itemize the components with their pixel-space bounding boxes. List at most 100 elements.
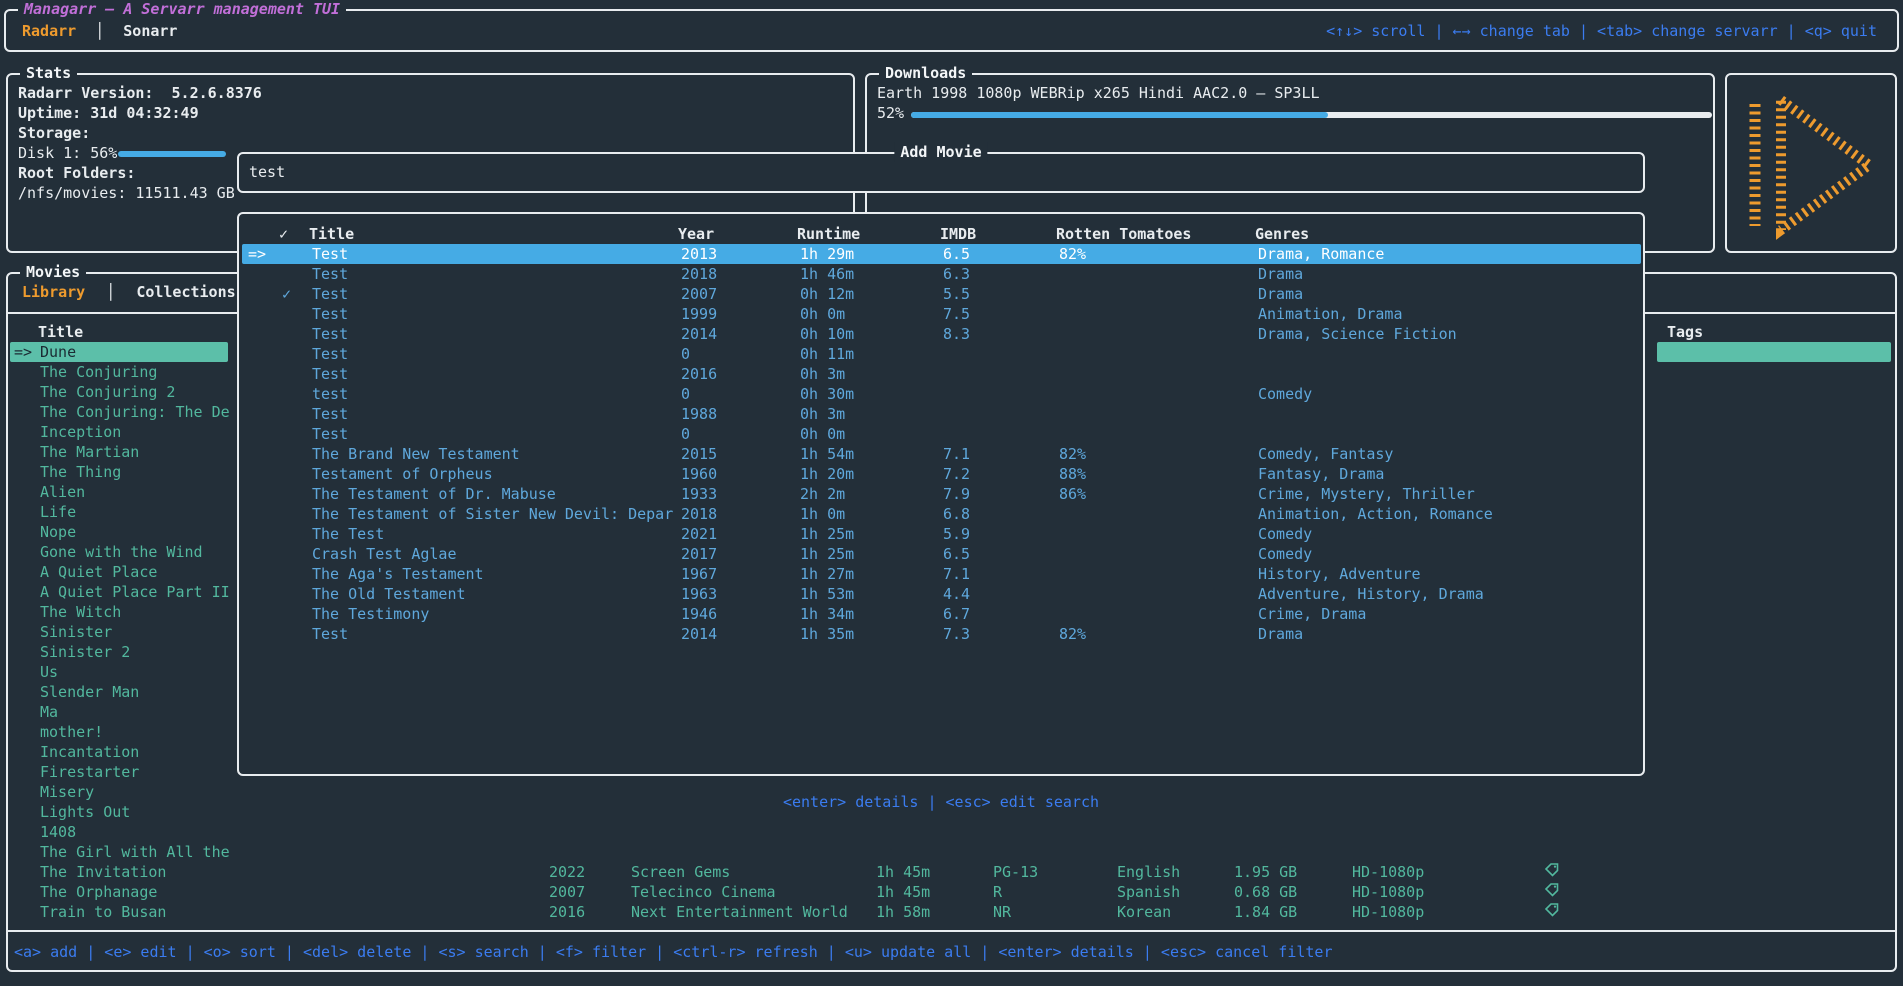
movie-title: Dune <box>40 342 76 362</box>
movie-table-row[interactable]: 2022Screen Gems1h 45mPG-13English1.95 GB… <box>8 862 1895 882</box>
stat-radarr-version: Radarr Version: 5.2.6.8376 <box>18 83 262 103</box>
cell-genres: Animation, Drama <box>1258 304 1403 324</box>
stat-storage-label: Storage: <box>18 123 90 143</box>
result-row[interactable]: Test00h 0m <box>242 424 1641 444</box>
cell-imdb: 7.2 <box>943 464 970 484</box>
top-bar: Managarr – A Servarr management TUI Rada… <box>4 9 1899 52</box>
cell-imdb: 6.8 <box>943 504 970 524</box>
library-row[interactable]: Firestarter <box>10 762 228 782</box>
result-row[interactable]: Test00h 11m <box>242 344 1641 364</box>
library-row[interactable]: Gone with the Wind <box>10 542 228 562</box>
library-row[interactable]: Us <box>10 662 228 682</box>
cell-year: 2016 <box>681 364 717 384</box>
movies-keybindings: <a> add | <e> edit | <o> sort | <del> de… <box>14 942 1333 962</box>
tab-collections[interactable]: Collections <box>136 283 235 301</box>
cell-year: 2007 <box>681 284 717 304</box>
library-row[interactable]: Lights Out <box>10 802 228 822</box>
library-row[interactable]: A Quiet Place <box>10 562 228 582</box>
search-results-table: ✓ Title Year Runtime IMDB Rotten Tomatoe… <box>237 212 1645 776</box>
library-row[interactable]: Alien <box>10 482 228 502</box>
cell-imdb: 6.3 <box>943 264 970 284</box>
result-row[interactable]: The Testament of Sister New Devil: Depar… <box>242 504 1641 524</box>
library-row[interactable]: A Quiet Place Part II <box>10 582 228 602</box>
cell-title: Test <box>312 244 348 264</box>
cell-year: 2007 <box>549 882 585 902</box>
library-row[interactable]: 1408 <box>10 822 228 842</box>
library-row[interactable]: Sinister <box>10 622 228 642</box>
result-row[interactable]: =>Test20131h 29m6.582%Drama, Romance <box>242 244 1641 264</box>
result-row[interactable]: The Brand New Testament20151h 54m7.182%C… <box>242 444 1641 464</box>
add-movie-search-box[interactable]: Add Movie test <box>237 152 1645 193</box>
library-row[interactable]: Incantation <box>10 742 228 762</box>
result-row[interactable]: Crash Test Aglae20171h 25m6.5Comedy <box>242 544 1641 564</box>
cell-title: Test <box>312 404 348 424</box>
tab-sonarr[interactable]: Sonarr <box>123 22 177 40</box>
cell-title: The Aga's Testament <box>312 564 484 584</box>
movie-title: Misery <box>40 782 94 802</box>
cell-title: Test <box>312 284 348 304</box>
stat-uptime: Uptime: 31d 04:32:49 <box>18 103 199 123</box>
movie-title: Us <box>40 662 58 682</box>
cell-title: Test <box>312 304 348 324</box>
cell-runtime: 2h 2m <box>800 484 845 504</box>
cell-imdb: 8.3 <box>943 324 970 344</box>
library-row[interactable]: Ma <box>10 702 228 722</box>
library-row[interactable]: Inception <box>10 422 228 442</box>
library-row[interactable]: Life <box>10 502 228 522</box>
tab-radarr[interactable]: Radarr <box>22 22 76 40</box>
cell-year: 1963 <box>681 584 717 604</box>
library-row[interactable]: Slender Man <box>10 682 228 702</box>
movie-table-row[interactable]: 2016Next Entertainment World1h 58mNRKore… <box>8 902 1895 922</box>
library-row[interactable]: The Martian <box>10 442 228 462</box>
tab-library[interactable]: Library <box>22 283 85 301</box>
selection-arrow: => <box>248 244 266 264</box>
result-row[interactable]: Test20181h 46m6.3Drama <box>242 264 1641 284</box>
library-row[interactable]: Misery <box>10 782 228 802</box>
result-row[interactable]: Test19990h 0m7.5Animation, Drama <box>242 304 1641 324</box>
search-input[interactable]: test <box>249 162 285 182</box>
column-header-tags: Tags <box>1667 322 1703 342</box>
result-row[interactable]: The Testament of Dr. Mabuse19332h 2m7.98… <box>242 484 1641 504</box>
movie-title: Nope <box>40 522 76 542</box>
header-title: Title <box>309 224 354 244</box>
cell-title: Test <box>312 364 348 384</box>
result-row[interactable]: The Old Testament19631h 53m4.4Adventure,… <box>242 584 1641 604</box>
movie-table-row[interactable]: 2007Telecinco Cinema1h 45mRSpanish0.68 G… <box>8 882 1895 902</box>
cell-year: 2014 <box>681 624 717 644</box>
download-progress-bar <box>911 112 1712 118</box>
cell-genres: Drama, Science Fiction <box>1258 324 1457 344</box>
cell-runtime: 1h 35m <box>800 624 854 644</box>
cell-genres: Animation, Action, Romance <box>1258 504 1493 524</box>
result-row[interactable]: Testament of Orpheus19601h 20m7.288%Fant… <box>242 464 1641 484</box>
stat-disk-label: Disk 1: 56% <box>18 143 117 163</box>
library-row[interactable]: The Conjuring: The De <box>10 402 228 422</box>
result-row[interactable]: test00h 30mComedy <box>242 384 1641 404</box>
result-row[interactable]: The Aga's Testament19671h 27m7.1History,… <box>242 564 1641 584</box>
library-row[interactable]: Nope <box>10 522 228 542</box>
selected-row-tags-cell <box>1657 342 1891 362</box>
library-row[interactable]: The Girl with All the <box>10 842 228 862</box>
cell-year: 2016 <box>549 902 585 922</box>
cell-studio: Screen Gems <box>631 862 730 882</box>
movie-title: The Thing <box>40 462 121 482</box>
cell-title: Test <box>312 624 348 644</box>
cell-title: Test <box>312 424 348 444</box>
result-row[interactable]: Test20140h 10m8.3Drama, Science Fiction <box>242 324 1641 344</box>
library-row[interactable]: Sinister 2 <box>10 642 228 662</box>
result-row[interactable]: The Test20211h 25m5.9Comedy <box>242 524 1641 544</box>
movie-title: The Conjuring <box>40 362 157 382</box>
result-row[interactable]: The Testimony19461h 34m6.7Crime, Drama <box>242 604 1641 624</box>
result-row[interactable]: ✓Test20070h 12m5.5Drama <box>242 284 1641 304</box>
result-row[interactable]: Test20141h 35m7.382%Drama <box>242 624 1641 644</box>
library-row[interactable]: The Thing <box>10 462 228 482</box>
result-row[interactable]: Test19880h 3m <box>242 404 1641 424</box>
library-row[interactable]: The Conjuring <box>10 362 228 382</box>
library-row[interactable]: mother! <box>10 722 228 742</box>
result-row[interactable]: Test20160h 3m <box>242 364 1641 384</box>
cell-runtime: 1h 0m <box>800 504 845 524</box>
movie-title: Firestarter <box>40 762 139 782</box>
cell-language: English <box>1117 862 1180 882</box>
library-row[interactable]: The Conjuring 2 <box>10 382 228 402</box>
library-row[interactable]: The Witch <box>10 602 228 622</box>
library-row[interactable]: =>Dune <box>10 342 228 362</box>
